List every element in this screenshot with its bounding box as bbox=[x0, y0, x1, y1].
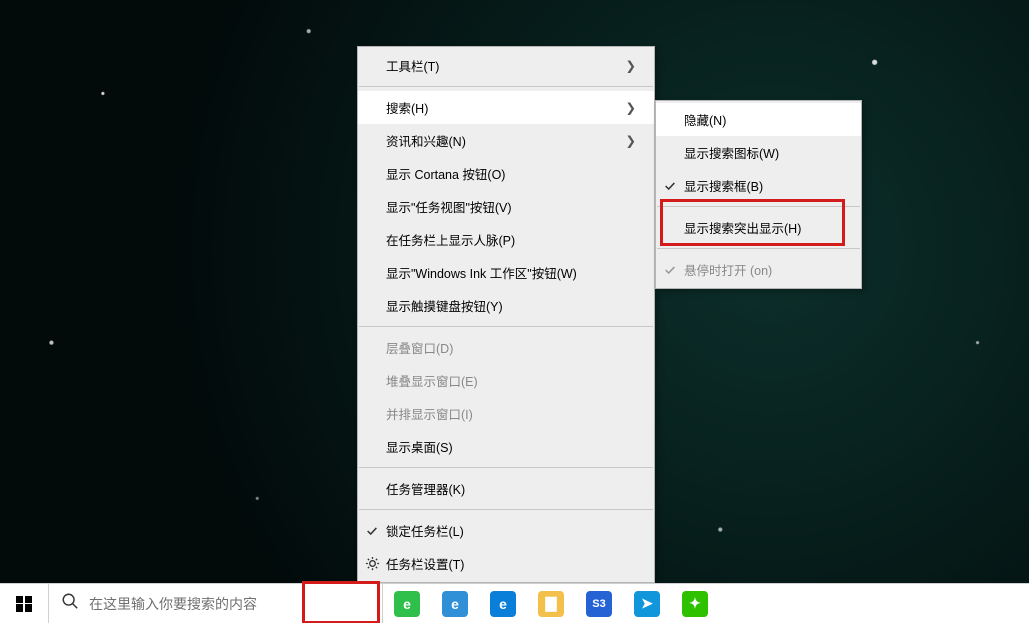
app-icon: ✦ bbox=[682, 591, 708, 617]
menu-item-label: 显示搜索突出显示(H) bbox=[684, 218, 843, 237]
menu-item-label: 层叠窗口(D) bbox=[386, 338, 636, 357]
menu-item-task-manager[interactable]: 任务管理器(K) bbox=[358, 472, 654, 505]
menu-item-label: 显示"Windows Ink 工作区"按钮(W) bbox=[386, 263, 636, 282]
taskbar-search-box[interactable] bbox=[48, 584, 383, 623]
menu-item-label: 悬停时打开 (on) bbox=[684, 260, 843, 279]
taskbar-app-s3[interactable]: S3 bbox=[575, 584, 623, 623]
menu-item-search[interactable]: 搜索(H) ❯ bbox=[358, 91, 654, 124]
submenu-item-hidden[interactable]: 隐藏(N) bbox=[656, 103, 861, 136]
windows-logo-icon bbox=[16, 596, 32, 612]
search-input[interactable] bbox=[89, 596, 370, 612]
taskbar-app-browser-360[interactable]: e bbox=[383, 584, 431, 623]
menu-item-label: 资讯和兴趣(N) bbox=[386, 131, 622, 150]
menu-item-label: 任务管理器(K) bbox=[386, 479, 636, 498]
menu-separator bbox=[657, 248, 860, 249]
menu-item-taskbar-settings[interactable]: 任务栏设置(T) bbox=[358, 547, 654, 580]
taskbar-pinned-apps: e e e ▇ S3 ➤ ✦ bbox=[383, 584, 719, 623]
taskbar-app-blue[interactable]: ➤ bbox=[623, 584, 671, 623]
taskbar: e e e ▇ S3 ➤ ✦ bbox=[0, 583, 1029, 623]
menu-item-lock-taskbar[interactable]: 锁定任务栏(L) bbox=[358, 514, 654, 547]
menu-item-label: 显示桌面(S) bbox=[386, 437, 636, 456]
taskbar-app-file-explorer[interactable]: ▇ bbox=[527, 584, 575, 623]
submenu-item-show-highlight[interactable]: 显示搜索突出显示(H) bbox=[656, 211, 861, 244]
menu-separator bbox=[359, 326, 653, 327]
menu-separator bbox=[657, 206, 860, 207]
menu-item-label: 显示 Cortana 按钮(O) bbox=[386, 164, 636, 183]
submenu-item-open-on-hover: 悬停时打开 (on) bbox=[656, 253, 861, 286]
menu-item-show-desktop[interactable]: 显示桌面(S) bbox=[358, 430, 654, 463]
menu-item-show-touch-keyboard[interactable]: 显示触摸键盘按钮(Y) bbox=[358, 289, 654, 322]
menu-item-label: 隐藏(N) bbox=[684, 110, 843, 129]
menu-item-toolbars[interactable]: 工具栏(T) ❯ bbox=[358, 49, 654, 82]
menu-separator bbox=[359, 86, 653, 87]
menu-separator bbox=[359, 509, 653, 510]
menu-item-label: 并排显示窗口(I) bbox=[386, 404, 636, 423]
search-submenu: 隐藏(N) 显示搜索图标(W) 显示搜索框(B) 显示搜索突出显示(H) 悬停时… bbox=[655, 100, 862, 289]
taskbar-app-wechat[interactable]: ✦ bbox=[671, 584, 719, 623]
check-icon bbox=[656, 179, 684, 193]
menu-item-show-ink[interactable]: 显示"Windows Ink 工作区"按钮(W) bbox=[358, 256, 654, 289]
taskbar-context-menu: 工具栏(T) ❯ 搜索(H) ❯ 资讯和兴趣(N) ❯ 显示 Cortana 按… bbox=[357, 46, 655, 583]
menu-item-news-interests[interactable]: 资讯和兴趣(N) ❯ bbox=[358, 124, 654, 157]
start-button[interactable] bbox=[0, 584, 48, 623]
app-icon: S3 bbox=[586, 591, 612, 617]
menu-item-label: 任务栏设置(T) bbox=[386, 554, 636, 573]
menu-item-label: 显示"任务视图"按钮(V) bbox=[386, 197, 636, 216]
submenu-item-show-box[interactable]: 显示搜索框(B) bbox=[656, 169, 861, 202]
menu-item-label: 显示搜索图标(W) bbox=[684, 143, 843, 162]
menu-item-label: 显示触摸键盘按钮(Y) bbox=[386, 296, 636, 315]
menu-item-show-cortana[interactable]: 显示 Cortana 按钮(O) bbox=[358, 157, 654, 190]
chevron-right-icon: ❯ bbox=[622, 58, 636, 73]
menu-item-cascade: 层叠窗口(D) bbox=[358, 331, 654, 364]
app-icon: ➤ bbox=[634, 591, 660, 617]
check-icon bbox=[656, 263, 684, 277]
menu-item-label: 显示搜索框(B) bbox=[684, 176, 843, 195]
menu-item-side-by-side: 并排显示窗口(I) bbox=[358, 397, 654, 430]
submenu-item-show-icon[interactable]: 显示搜索图标(W) bbox=[656, 136, 861, 169]
menu-item-label: 工具栏(T) bbox=[386, 56, 622, 75]
app-icon: e bbox=[394, 591, 420, 617]
taskbar-app-ie[interactable]: e bbox=[431, 584, 479, 623]
menu-item-label: 堆叠显示窗口(E) bbox=[386, 371, 636, 390]
chevron-right-icon: ❯ bbox=[622, 100, 636, 115]
search-icon bbox=[61, 592, 79, 615]
taskbar-app-edge[interactable]: e bbox=[479, 584, 527, 623]
app-icon: e bbox=[442, 591, 468, 617]
menu-item-label: 搜索(H) bbox=[386, 98, 622, 117]
menu-item-show-people[interactable]: 在任务栏上显示人脉(P) bbox=[358, 223, 654, 256]
menu-item-stacked: 堆叠显示窗口(E) bbox=[358, 364, 654, 397]
check-icon bbox=[358, 524, 386, 538]
app-icon: e bbox=[490, 591, 516, 617]
chevron-right-icon: ❯ bbox=[622, 133, 636, 148]
menu-item-label: 锁定任务栏(L) bbox=[386, 521, 636, 540]
app-icon: ▇ bbox=[538, 591, 564, 617]
menu-separator bbox=[359, 467, 653, 468]
menu-item-show-taskview[interactable]: 显示"任务视图"按钮(V) bbox=[358, 190, 654, 223]
gear-icon bbox=[358, 556, 386, 571]
menu-item-label: 在任务栏上显示人脉(P) bbox=[386, 230, 636, 249]
